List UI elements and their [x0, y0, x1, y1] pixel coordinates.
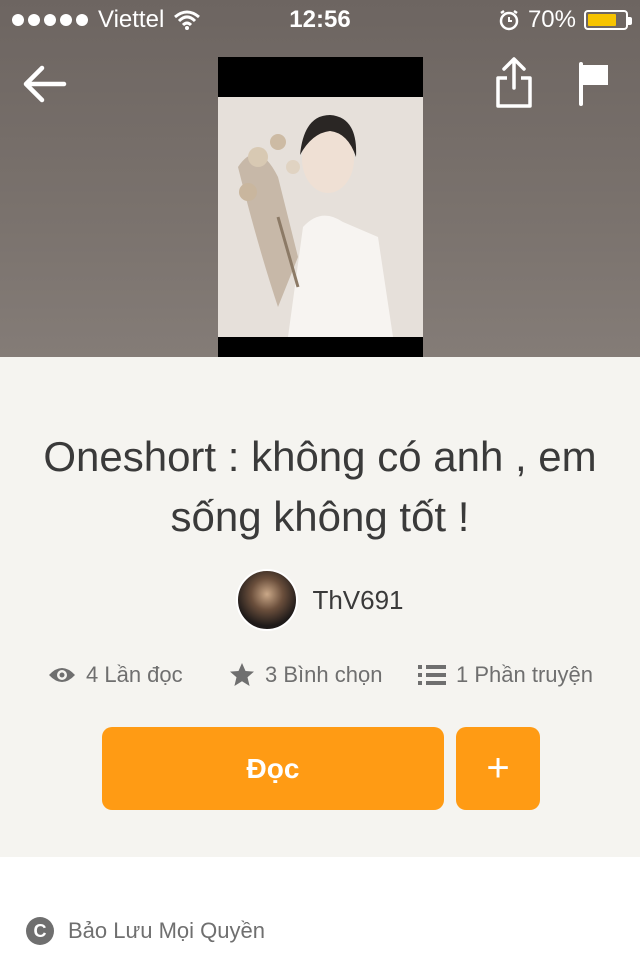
flag-icon[interactable] [576, 60, 612, 106]
star-icon [230, 663, 254, 686]
status-right: 70% [498, 6, 632, 34]
back-arrow-icon[interactable] [20, 62, 70, 106]
author-name[interactable]: ThV691 [312, 585, 403, 616]
story-title: Oneshort : không có anh , em sống không … [43, 433, 597, 540]
copyright-icon: C [26, 917, 54, 945]
votes-count: 3 Bình chọn [265, 662, 383, 687]
battery-percent: 70% [527, 6, 576, 33]
copyright-row: C Bảo Lưu Mọi Quyền [26, 917, 265, 945]
eye-icon [49, 668, 75, 682]
cover-image [218, 97, 423, 337]
author-row[interactable]: ThV691 [0, 569, 640, 631]
stat-parts: 1 Phần truyện [418, 662, 593, 688]
stat-reads: 4 Lần đọc [48, 662, 183, 688]
footer: C Bảo Lưu Mọi Quyền [0, 857, 640, 960]
read-button[interactable]: Đọc [102, 727, 444, 810]
stat-votes: 3 Bình chọn [229, 662, 382, 688]
story-info-panel: Oneshort : không có anh , em sống không … [0, 357, 640, 857]
add-to-library-button[interactable]: + [456, 727, 540, 810]
author-avatar[interactable] [236, 569, 299, 631]
alarm-icon [499, 9, 519, 31]
status-bar: Viettel 12:56 70% [0, 0, 640, 40]
copyright-text: Bảo Lưu Mọi Quyền [68, 918, 265, 943]
parts-count: 1 Phần truyện [456, 662, 593, 687]
cover-illustration [218, 97, 423, 337]
story-stats: 4 Lần đọc 3 Bình chọn 1 Phần truyện [0, 662, 640, 698]
reads-count: 4 Lần đọc [86, 662, 183, 687]
list-icon [418, 665, 446, 685]
battery-icon [584, 10, 632, 30]
share-icon[interactable] [494, 56, 534, 110]
book-cover[interactable] [218, 57, 423, 377]
